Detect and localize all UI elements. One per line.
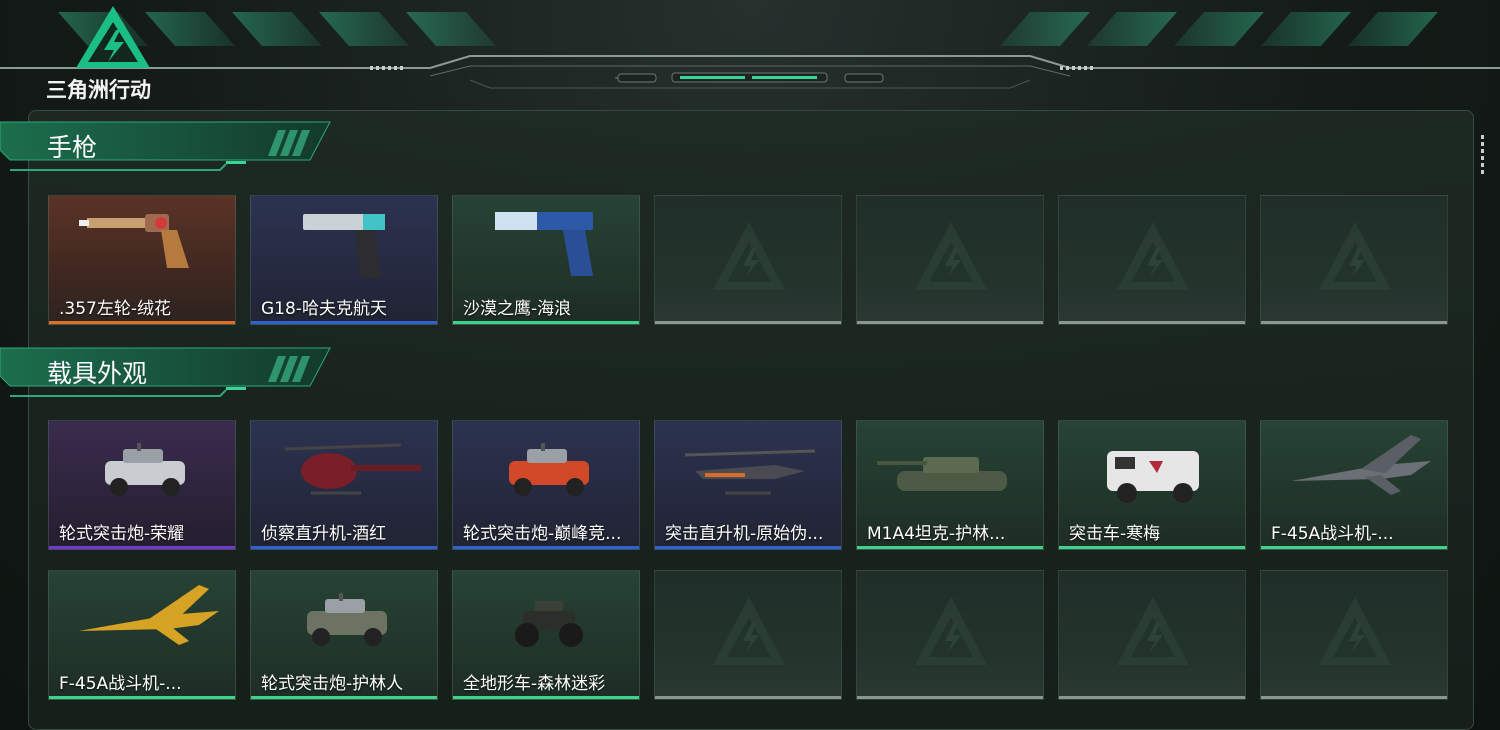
- empty-slot[interactable]: [1058, 195, 1246, 325]
- empty-slot[interactable]: [1058, 570, 1246, 700]
- rarity-bar: [1261, 546, 1447, 549]
- item-label: 轮式突击炮-荣耀: [59, 524, 185, 544]
- item-label: .357左轮-绒花: [59, 299, 171, 319]
- watermark-logo-icon: [1117, 597, 1189, 665]
- helicopter-icon: [284, 443, 421, 495]
- empty-slot[interactable]: [1260, 570, 1448, 700]
- rarity-bar: [1261, 321, 1447, 324]
- fighter-jet-icon: [79, 585, 219, 645]
- rarity-bar: [1059, 546, 1245, 549]
- rarity-bar: [857, 546, 1043, 549]
- item-card[interactable]: 轮式突击炮-巅峰竞...: [452, 420, 640, 550]
- watermark-logo-icon: [713, 222, 785, 290]
- empty-slot[interactable]: [856, 195, 1044, 325]
- revolver-icon: [79, 214, 189, 268]
- item-card[interactable]: 全地形车-森林迷彩: [452, 570, 640, 700]
- pistol-icon: [303, 214, 385, 278]
- rarity-bar: [655, 321, 841, 324]
- item-card[interactable]: F-45A战斗机-...: [1260, 420, 1448, 550]
- rarity-bar: [857, 696, 1043, 699]
- item-label: 突击直升机-原始伪...: [665, 524, 824, 544]
- watermark-logo-icon: [915, 597, 987, 665]
- item-label: G18-哈夫克航天: [261, 299, 387, 319]
- empty-slot[interactable]: [654, 195, 842, 325]
- armored-car-icon: [509, 443, 589, 496]
- section-header-vehicle-skins: 载具外观: [0, 346, 340, 402]
- item-label: 沙漠之鹰-海浪: [463, 299, 572, 319]
- attack-helicopter-icon: [684, 449, 816, 495]
- rarity-bar: [1261, 696, 1447, 699]
- item-label: 轮式突击炮-巅峰竞...: [463, 524, 622, 544]
- rarity-bar: [49, 696, 235, 699]
- item-card[interactable]: .357左轮-绒花: [48, 195, 236, 325]
- watermark-logo-icon: [1319, 222, 1391, 290]
- item-label: F-45A战斗机-...: [59, 674, 182, 694]
- scrollbar-indicator[interactable]: [1481, 135, 1485, 180]
- rarity-bar: [251, 696, 437, 699]
- armored-car-icon: [105, 443, 185, 496]
- rarity-bar: [453, 546, 639, 549]
- watermark-logo-icon: [915, 222, 987, 290]
- rarity-bar: [251, 321, 437, 324]
- rarity-bar: [49, 321, 235, 324]
- watermark-logo-icon: [1117, 222, 1189, 290]
- fighter-jet-icon: [1291, 435, 1431, 495]
- atv-icon: [515, 601, 583, 647]
- section-header-pistols: 手枪: [0, 120, 340, 176]
- logo-text: 三角洲行动: [46, 78, 151, 102]
- assault-vehicle-icon: [1107, 451, 1199, 503]
- item-card[interactable]: 轮式突击炮-护林人: [250, 570, 438, 700]
- item-card[interactable]: 突击车-寒梅: [1058, 420, 1246, 550]
- header-decoration: [0, 12, 1500, 89]
- item-label: 突击车-寒梅: [1069, 524, 1161, 544]
- rarity-bar: [49, 546, 235, 549]
- item-card[interactable]: 沙漠之鹰-海浪: [452, 195, 640, 325]
- empty-slot[interactable]: [1260, 195, 1448, 325]
- item-card[interactable]: G18-哈夫克航天: [250, 195, 438, 325]
- item-card[interactable]: F-45A战斗机-...: [48, 570, 236, 700]
- item-card[interactable]: 轮式突击炮-荣耀: [48, 420, 236, 550]
- empty-slot[interactable]: [654, 570, 842, 700]
- watermark-logo-icon: [713, 597, 785, 665]
- rarity-bar: [655, 546, 841, 549]
- tank-icon: [877, 457, 1007, 491]
- item-label: F-45A战斗机-...: [1271, 524, 1394, 544]
- rarity-bar: [857, 321, 1043, 324]
- section-title: 载具外观: [47, 359, 148, 388]
- item-card[interactable]: 侦察直升机-酒红: [250, 420, 438, 550]
- item-label: 全地形车-森林迷彩: [463, 674, 606, 694]
- item-card[interactable]: 突击直升机-原始伪...: [654, 420, 842, 550]
- rarity-bar: [1059, 321, 1245, 324]
- empty-slot[interactable]: [856, 570, 1044, 700]
- armored-car-icon: [307, 593, 387, 646]
- item-label: M1A4坦克-护林...: [867, 524, 1006, 544]
- top-header: 三角洲行动: [0, 0, 1500, 102]
- rarity-bar: [1059, 696, 1245, 699]
- rarity-bar: [453, 321, 639, 324]
- item-label: 轮式突击炮-护林人: [261, 674, 404, 694]
- desert-eagle-icon: [495, 212, 593, 276]
- rarity-bar: [655, 696, 841, 699]
- watermark-logo-icon: [1319, 597, 1391, 665]
- item-card[interactable]: M1A4坦克-护林...: [856, 420, 1044, 550]
- section-title: 手枪: [47, 133, 98, 162]
- item-label: 侦察直升机-酒红: [261, 524, 387, 544]
- rarity-bar: [251, 546, 437, 549]
- rarity-bar: [453, 696, 639, 699]
